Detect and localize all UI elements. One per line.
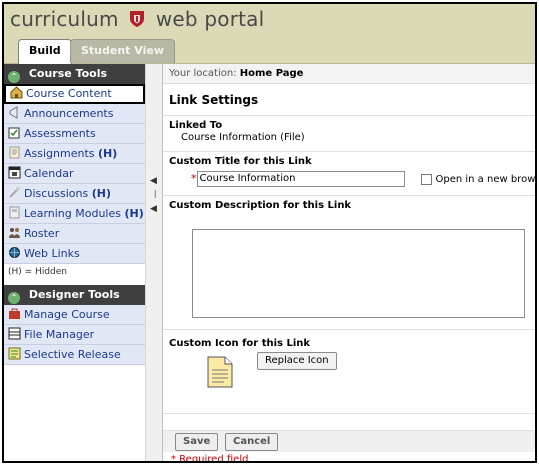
assignment-icon: [9, 146, 20, 159]
linked-to-section: Linked To Course Information (File): [163, 116, 535, 152]
app-window: curriculum web portal Build Student View…: [2, 2, 537, 463]
page-title: Link Settings: [163, 84, 535, 116]
breadcrumb: Your location: Home Page: [163, 64, 535, 84]
required-field-note: * Required field: [171, 454, 249, 463]
sidebar-item-label: Roster: [24, 227, 60, 240]
linked-to-label: Linked To: [169, 120, 223, 131]
tab-student-view[interactable]: Student View: [70, 39, 175, 63]
sidebar-item-roster[interactable]: Roster: [4, 224, 145, 244]
sidebar-item-assessments[interactable]: Assessments: [4, 124, 145, 144]
sidebar-item-course-content[interactable]: Course Content ⋁: [4, 84, 145, 104]
file-manager-icon: [8, 327, 21, 340]
calendar-icon: [8, 166, 21, 179]
sidebar-item-label: Discussions: [24, 187, 89, 200]
grip-icon: ❙: [152, 189, 159, 198]
hidden-marker: (H): [124, 207, 144, 220]
document-icon: [207, 356, 233, 388]
logo-text-right: web portal: [155, 7, 265, 31]
hidden-legend: (H) = Hidden: [8, 267, 67, 277]
sidebar-item-assignments[interactable]: Assignments (H): [4, 144, 145, 164]
open-new-window-checkbox[interactable]: [420, 173, 432, 185]
toolbox-icon: [9, 308, 20, 319]
course-tools-header[interactable]: ⌃ Course Tools: [4, 64, 145, 84]
sidebar-item-label: Learning Modules: [24, 207, 121, 220]
cancel-button[interactable]: Cancel: [225, 433, 279, 451]
sidebar-item-label: Calendar: [24, 167, 74, 180]
custom-title-input[interactable]: Course Information: [196, 171, 405, 187]
release-icon: [8, 347, 21, 360]
sidebar-item-label: Manage Course: [24, 308, 110, 321]
breadcrumb-label: Your location:: [169, 68, 237, 79]
collapse-arrow-icon[interactable]: ◀: [150, 176, 158, 186]
people-icon: [9, 228, 20, 238]
sidebar-item-label: Assignments: [24, 147, 95, 160]
linked-to-value: Course Information (File): [181, 132, 305, 143]
sidebar-item-selective-release[interactable]: Selective Release: [4, 345, 145, 365]
sidebar-item-calendar[interactable]: Calendar: [4, 164, 145, 184]
discussion-icon: [9, 187, 20, 198]
collapse-icon[interactable]: ⌃: [8, 71, 20, 83]
open-new-window-label: Open in a new brow: [435, 173, 536, 185]
main-content: Your location: Home Page Link Settings L…: [163, 64, 536, 463]
sidebar-item-label: Assessments: [24, 127, 96, 140]
sidebar-item-learning-modules[interactable]: Learning Modules (H): [4, 204, 145, 224]
designer-tools-header[interactable]: ⌃ Designer Tools: [4, 285, 145, 305]
designer-tools-title: Designer Tools: [28, 288, 120, 301]
sidebar: ⌃ Course Tools Course Content ⋁ Announce…: [4, 64, 145, 461]
form-action-bar: Save Cancel: [163, 430, 535, 452]
sidebar-item-label: File Manager: [24, 328, 95, 341]
tab-build[interactable]: Build: [18, 39, 72, 65]
custom-description-textarea[interactable]: [192, 229, 525, 318]
custom-title-label: Custom Title for this Link: [169, 156, 312, 167]
sidebar-item-label: Web Links: [24, 247, 80, 260]
module-icon: [9, 206, 20, 219]
sidebar-item-file-manager[interactable]: File Manager: [4, 325, 145, 345]
collapse-arrow-icon[interactable]: ◀: [150, 204, 158, 214]
logo-text-left: curriculum: [10, 7, 119, 31]
sidebar-resize-handle[interactable]: ◀ ❙ ◀: [145, 64, 163, 461]
sidebar-item-label: Announcements: [24, 107, 114, 120]
replace-icon-button[interactable]: Replace Icon: [257, 352, 337, 370]
sidebar-item-announcements[interactable]: Announcements: [4, 104, 145, 124]
header-bar: curriculum web portal Build Student View: [4, 4, 535, 65]
sidebar-item-web-links[interactable]: Web Links: [4, 244, 145, 264]
seal-icon: [130, 11, 145, 27]
home-icon: [10, 86, 23, 99]
hidden-marker: (H): [91, 187, 111, 200]
globe-icon: [9, 247, 20, 258]
sidebar-item-discussions[interactable]: Discussions (H): [4, 184, 145, 204]
sidebar-item-label: Selective Release: [24, 348, 121, 361]
custom-title-section: Custom Title for this Link * Course Infor…: [163, 152, 536, 196]
breadcrumb-current[interactable]: Home Page: [240, 68, 304, 79]
sidebar-item-manage-course[interactable]: Manage Course: [4, 305, 145, 325]
custom-description-label: Custom Description for this Link: [169, 200, 352, 211]
save-button[interactable]: Save: [175, 433, 219, 451]
hidden-marker: (H): [98, 147, 118, 160]
custom-icon-label: Custom Icon for this Link: [169, 338, 311, 349]
megaphone-icon: [9, 106, 18, 119]
sidebar-item-label: Course Content: [26, 87, 112, 100]
course-tools-title: Course Tools: [28, 67, 108, 80]
collapse-icon[interactable]: ⌃: [8, 292, 20, 304]
assessment-icon: [8, 127, 20, 139]
site-logo: curriculum web portal: [10, 7, 264, 31]
custom-icon-section: Custom Icon for this Link Replace Icon: [163, 330, 535, 414]
